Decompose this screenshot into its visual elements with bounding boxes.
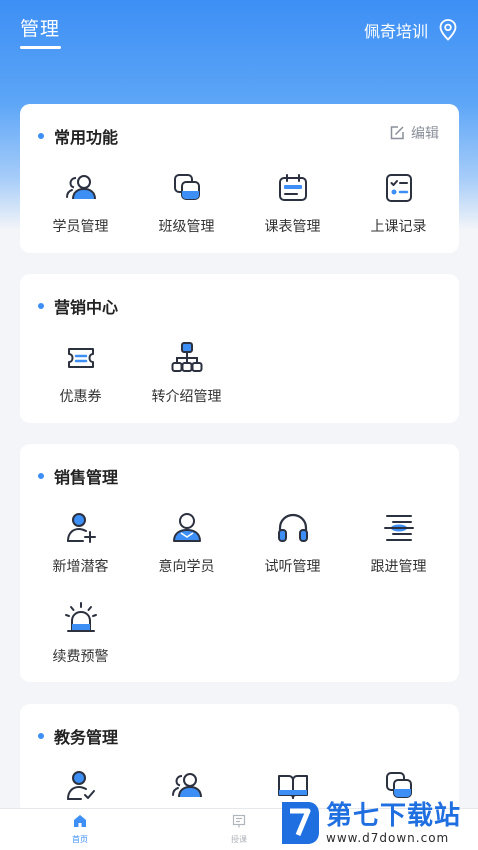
section-dot bbox=[38, 733, 44, 739]
classes-button[interactable]: 班级管理 bbox=[134, 170, 239, 236]
trial-class-label: 试听管理 bbox=[264, 559, 321, 575]
location-pin-icon bbox=[439, 19, 457, 41]
teach-board-icon bbox=[232, 814, 246, 828]
add-prospect-label: 新增潜客 bbox=[52, 559, 109, 575]
students-button[interactable]: 学员管理 bbox=[28, 170, 133, 236]
watermark: 第七下载站 www.d7down.com bbox=[278, 796, 474, 850]
section-title: 营销中心 bbox=[54, 298, 119, 317]
nav-teach-label: 授课 bbox=[231, 835, 247, 844]
watermark-logo-icon bbox=[282, 802, 319, 844]
teacher-button[interactable] bbox=[28, 768, 133, 804]
sales-management-card: 销售管理 新增潜客 意向学员 试听管理 跟进管理 续费预警 bbox=[20, 444, 459, 682]
intended-student-button[interactable]: 意向学员 bbox=[134, 510, 239, 576]
coupon-icon bbox=[67, 348, 94, 368]
home-icon bbox=[74, 815, 86, 827]
attendance-record-button[interactable]: 上课记录 bbox=[346, 170, 451, 236]
attendance-record-label: 上课记录 bbox=[370, 219, 427, 235]
nav-home[interactable]: 首页 bbox=[60, 813, 100, 845]
students-icon bbox=[65, 175, 96, 200]
renewal-alert-label: 续费预警 bbox=[52, 649, 109, 665]
class-icon bbox=[173, 174, 200, 200]
referral-label: 转介绍管理 bbox=[151, 389, 222, 405]
alarm-icon bbox=[64, 602, 97, 632]
staff-button[interactable] bbox=[134, 768, 239, 804]
edit-icon bbox=[390, 126, 404, 140]
marketing-center-card: 营销中心 优惠券 转介绍管理 bbox=[20, 274, 459, 423]
nav-teach[interactable]: 授课 bbox=[219, 813, 259, 845]
schedule-icon bbox=[278, 174, 307, 201]
schedule-label: 课表管理 bbox=[264, 219, 321, 235]
coupon-label: 优惠券 bbox=[59, 389, 102, 405]
card-header: 营销中心 bbox=[38, 294, 118, 318]
org-switcher[interactable]: 佩奇培训 bbox=[364, 18, 458, 42]
top-bar: 管理 佩奇培训 bbox=[0, 0, 478, 62]
referral-button[interactable]: 转介绍管理 bbox=[134, 340, 239, 406]
org-name: 佩奇培训 bbox=[363, 22, 428, 41]
card-header: 销售管理 bbox=[38, 464, 118, 488]
trial-class-button[interactable]: 试听管理 bbox=[240, 510, 345, 576]
watermark-title: 第七下载站 bbox=[326, 801, 462, 831]
watermark-url: www.d7down.com bbox=[326, 831, 450, 845]
follow-up-button[interactable]: 跟进管理 bbox=[346, 510, 451, 576]
common-functions-card: 常用功能 编辑 学员管理 班级管理 课表管理 上课记录 bbox=[20, 104, 459, 253]
nav-home-label: 首页 bbox=[72, 835, 88, 844]
schedule-button[interactable]: 课表管理 bbox=[240, 170, 345, 236]
section-title: 教务管理 bbox=[54, 728, 119, 747]
attendance-record-icon bbox=[385, 174, 412, 202]
referral-icon bbox=[171, 342, 202, 372]
follow-up-label: 跟进管理 bbox=[370, 559, 427, 575]
section-dot bbox=[38, 133, 44, 139]
add-prospect-icon bbox=[66, 513, 96, 543]
section-dot bbox=[38, 473, 44, 479]
section-title: 销售管理 bbox=[54, 468, 119, 487]
intended-student-icon bbox=[172, 513, 201, 542]
coupon-button[interactable]: 优惠券 bbox=[28, 340, 133, 406]
tab-active-indicator bbox=[20, 46, 61, 49]
edit-label: 编辑 bbox=[411, 126, 439, 142]
card-header: 教务管理 bbox=[38, 724, 118, 748]
classes-label: 班级管理 bbox=[158, 219, 215, 235]
edit-button[interactable]: 编辑 bbox=[389, 123, 439, 143]
section-title: 常用功能 bbox=[54, 128, 119, 147]
teacher-check-icon bbox=[66, 771, 95, 800]
add-prospect-button[interactable]: 新增潜客 bbox=[28, 510, 133, 576]
students-label: 学员管理 bbox=[52, 219, 109, 235]
intended-student-label: 意向学员 bbox=[158, 559, 215, 575]
card-header: 常用功能 bbox=[38, 124, 118, 148]
staff-icon bbox=[171, 773, 202, 798]
tab-manage[interactable]: 管理 bbox=[20, 14, 60, 41]
headphones-icon bbox=[277, 513, 308, 542]
renewal-alert-button[interactable]: 续费预警 bbox=[28, 600, 133, 666]
follow-up-icon bbox=[383, 515, 414, 541]
section-dot bbox=[38, 303, 44, 309]
